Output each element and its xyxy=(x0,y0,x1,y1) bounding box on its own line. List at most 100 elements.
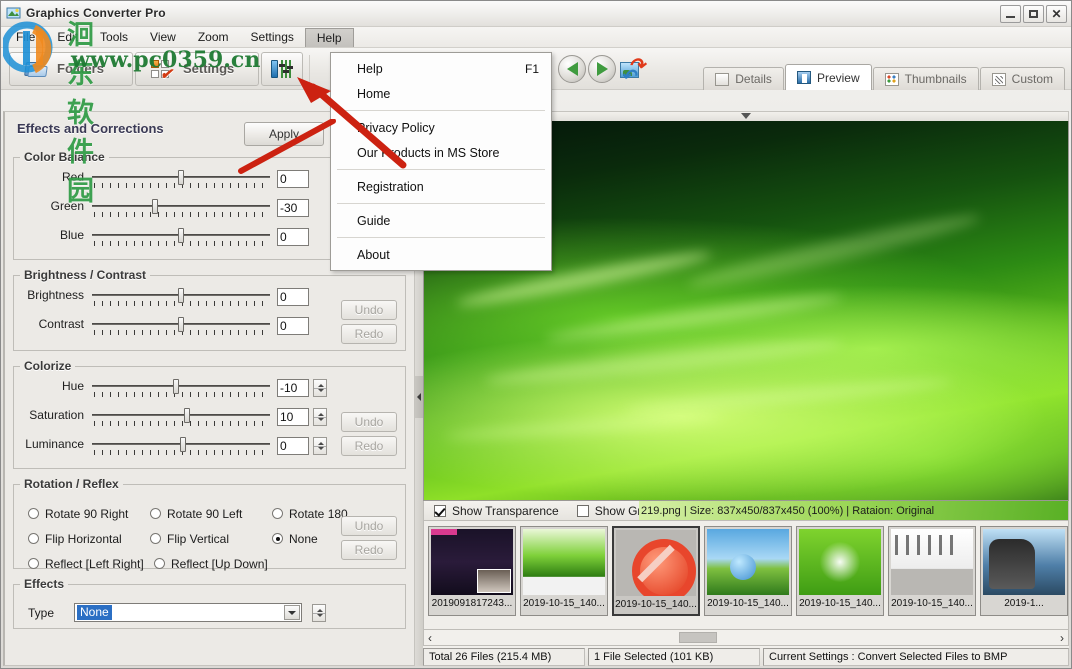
show-grid-toggle[interactable]: Show Grid xyxy=(559,504,651,518)
chevron-down-icon[interactable] xyxy=(284,605,300,620)
contrast-value[interactable]: 0 xyxy=(277,317,309,335)
hue-stepper[interactable] xyxy=(313,379,327,397)
minimize-button[interactable] xyxy=(1000,5,1021,23)
option-rotate-90-right[interactable]: Rotate 90 Right xyxy=(28,501,150,526)
menu-item-registration[interactable]: Registration xyxy=(331,174,551,199)
menu-item-label: Home xyxy=(357,87,390,101)
rotation-undo-button[interactable]: Undo xyxy=(341,516,397,536)
thumbnail-item-selected[interactable]: 2019-10-15_140... xyxy=(612,526,700,616)
luminance-slider[interactable] xyxy=(92,437,270,461)
menu-item-help[interactable]: Help F1 xyxy=(331,56,551,81)
luminance-value[interactable]: 0 xyxy=(277,437,309,455)
thumbnail-image xyxy=(707,529,789,595)
effect-type-stepper[interactable] xyxy=(312,604,326,622)
menu-item-guide[interactable]: Guide xyxy=(331,208,551,233)
folders-button[interactable]: Folders xyxy=(9,52,133,86)
chevron-down-icon[interactable] xyxy=(741,113,751,119)
show-transparence-toggle[interactable]: Show Transparence xyxy=(424,504,559,518)
option-reflect-up-down[interactable]: Reflect [Up Down] xyxy=(154,551,276,576)
option-flip-horizontal[interactable]: Flip Horizontal xyxy=(28,526,150,551)
contrast-slider[interactable] xyxy=(92,317,270,341)
checkbox-icon-checked[interactable] xyxy=(434,505,446,517)
red-slider[interactable] xyxy=(92,170,270,194)
hue-value[interactable]: -10 xyxy=(277,379,309,397)
scroll-right-arrow-icon[interactable]: › xyxy=(1056,631,1068,645)
option-flip-vertical[interactable]: Flip Vertical xyxy=(150,526,272,551)
maximize-button[interactable] xyxy=(1023,5,1044,23)
saturation-slider[interactable] xyxy=(92,408,270,432)
thumbnail-caption: 2019-10-15_140... xyxy=(889,597,975,611)
color-balance-legend: Color Balance xyxy=(20,150,109,164)
red-value[interactable]: 0 xyxy=(277,170,309,188)
rotation-redo-button[interactable]: Redo xyxy=(341,540,397,560)
menu-view[interactable]: View xyxy=(139,27,187,47)
thumbnail-strip[interactable]: 2019091817243... 2019-10-15_140... 2019-… xyxy=(423,521,1069,630)
option-rotate-90-left[interactable]: Rotate 90 Left xyxy=(150,501,272,526)
menu-item-our-products-in-ms-store[interactable]: Our Products in MS Store xyxy=(331,140,551,165)
menu-item-privacy-policy[interactable]: Privacy Policy xyxy=(331,115,551,140)
brightness-slider[interactable] xyxy=(92,288,270,312)
tab-details-label: Details xyxy=(735,72,772,86)
settings-button[interactable]: ✔ Settings xyxy=(135,52,259,86)
splitter-collapse-handle[interactable] xyxy=(415,376,423,418)
thumbnail-item[interactable]: 2019-10-15_140... xyxy=(796,526,884,616)
forward-button[interactable] xyxy=(588,55,616,83)
menu-settings-label: Settings xyxy=(251,30,294,44)
hue-slider[interactable] xyxy=(92,379,270,403)
option-label: None xyxy=(289,532,318,546)
green-value[interactable]: -30 xyxy=(277,199,309,217)
menu-edit[interactable]: Edit xyxy=(46,27,89,47)
thumbnail-item[interactable]: 2019-10-15_140... xyxy=(704,526,792,616)
thumbnail-item[interactable]: 2019-10-15_140... xyxy=(520,526,608,616)
colorize-redo-button[interactable]: Redo xyxy=(341,436,397,456)
option-label: Reflect [Left Right] xyxy=(45,557,144,571)
tab-preview-label: Preview xyxy=(817,71,860,85)
colorize-legend: Colorize xyxy=(20,359,75,373)
option-reflect-left-right[interactable]: Reflect [Left Right] xyxy=(28,551,154,576)
rotation-reflex-legend: Rotation / Reflex xyxy=(20,477,123,491)
menu-separator xyxy=(337,203,545,204)
saturation-value[interactable]: 10 xyxy=(277,408,309,426)
menu-help[interactable]: Help xyxy=(305,28,354,47)
thumbnail-item[interactable]: 2019091817243... xyxy=(428,526,516,616)
menu-settings[interactable]: Settings xyxy=(240,27,305,47)
saturation-stepper[interactable] xyxy=(313,408,327,426)
brightness-value[interactable]: 0 xyxy=(277,288,309,306)
menu-item-about[interactable]: About xyxy=(331,242,551,267)
effect-type-combo[interactable]: None xyxy=(74,603,302,622)
brightness-contrast-group: Brightness / Contrast Brightness 0 Contr… xyxy=(13,268,406,351)
radio-icon xyxy=(28,558,39,569)
blue-value[interactable]: 0 xyxy=(277,228,309,246)
scroll-left-arrow-icon[interactable]: ‹ xyxy=(424,631,436,645)
tab-custom[interactable]: Custom xyxy=(980,67,1065,90)
tab-details[interactable]: Details xyxy=(703,67,784,90)
thumbnail-horizontal-scrollbar[interactable]: ‹ › xyxy=(423,630,1069,646)
rotation-undo-redo: Undo Redo xyxy=(341,516,397,560)
thumbnail-item[interactable]: 2019-1... xyxy=(980,526,1068,616)
close-button[interactable]: ✕ xyxy=(1046,5,1067,23)
thumbnail-item[interactable]: 2019-10-15_140... xyxy=(888,526,976,616)
colorize-undo-button[interactable]: Undo xyxy=(341,412,397,432)
effects-button[interactable] xyxy=(261,52,303,86)
menu-file[interactable]: File xyxy=(5,27,46,47)
menu-zoom[interactable]: Zoom xyxy=(187,27,240,47)
brightness-contrast-undo-button[interactable]: Undo xyxy=(341,300,397,320)
green-slider[interactable] xyxy=(92,199,270,223)
tab-thumbnails-label: Thumbnails xyxy=(905,72,967,86)
menu-item-home[interactable]: Home xyxy=(331,81,551,106)
scrollbar-thumb[interactable] xyxy=(679,632,717,643)
tab-thumbnails[interactable]: Thumbnails xyxy=(873,67,979,90)
menu-tools[interactable]: Tools xyxy=(89,27,139,47)
back-arrow-icon xyxy=(567,62,578,76)
tab-preview[interactable]: Preview xyxy=(785,64,872,90)
apply-button[interactable]: Apply xyxy=(244,122,324,146)
checkbox-icon[interactable] xyxy=(577,505,589,517)
convert-refresh-icon[interactable]: ↷↶ xyxy=(618,56,645,82)
luminance-stepper[interactable] xyxy=(313,437,327,455)
effects-group: Effects Type None xyxy=(13,577,406,629)
brightness-contrast-redo-button[interactable]: Redo xyxy=(341,324,397,344)
thumbnail-image xyxy=(799,529,881,595)
blue-slider[interactable] xyxy=(92,228,270,252)
menu-file-label: File xyxy=(16,30,35,44)
back-button[interactable] xyxy=(558,55,586,83)
